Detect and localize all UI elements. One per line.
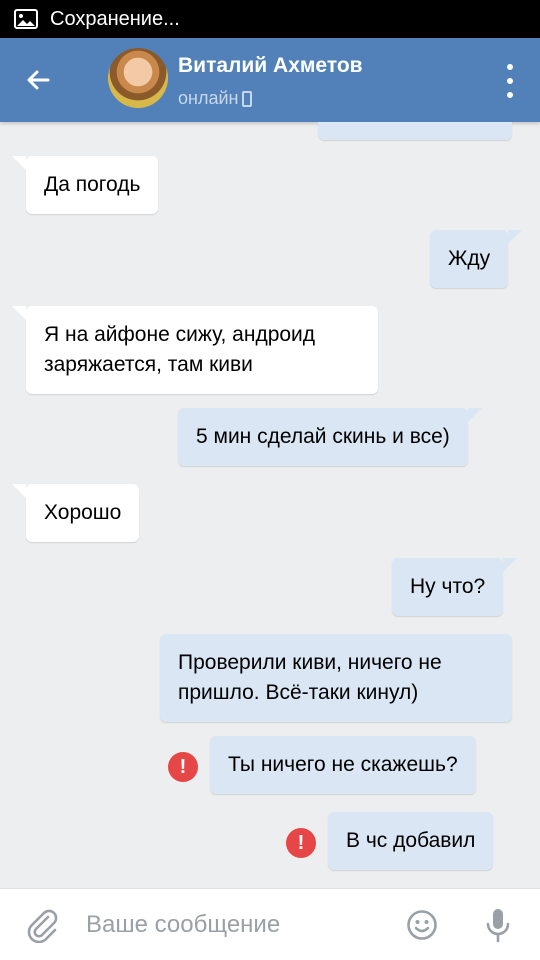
message-text: Проверили киви, ничего не пришло. Всё-та…	[178, 651, 442, 704]
message-text: Ну что?	[410, 575, 486, 598]
message-text: Я на айфоне сижу, андроид заряжается, та…	[44, 323, 316, 376]
emoji-icon[interactable]	[406, 909, 438, 941]
mic-icon[interactable]	[484, 907, 512, 943]
message-text: В чс добавил	[346, 829, 476, 852]
contact-name[interactable]: Виталий Ахметов	[178, 54, 363, 78]
more-vert-icon	[507, 64, 513, 70]
chat-header: Виталий Ахметов онлайн	[0, 38, 540, 122]
message-bubble-partial[interactable]	[318, 122, 512, 140]
status-bar: Сохранение...	[0, 0, 540, 38]
back-arrow-icon	[27, 70, 50, 90]
message-text: Да погодь	[44, 173, 141, 196]
message-bubble-failed[interactable]: В чс добавил	[328, 812, 494, 870]
message-bubble-failed[interactable]: Ты ничего не скажешь?	[210, 736, 476, 794]
message-bubble-incoming[interactable]: Хорошо	[11, 484, 140, 542]
back-button[interactable]	[16, 58, 60, 102]
contact-status: онлайн	[178, 88, 253, 109]
online-status-text: онлайн	[178, 88, 239, 108]
message-bubble-outgoing[interactable]: 5 мин сделай скинь и все)	[178, 408, 482, 466]
message-bubble-outgoing[interactable]: Ну что?	[392, 558, 518, 616]
message-bubble-outgoing[interactable]: Жду	[430, 230, 523, 288]
error-icon[interactable]: !	[286, 828, 316, 858]
error-icon[interactable]: !	[168, 752, 198, 782]
message-text: Жду	[448, 247, 491, 270]
message-text: Хорошо	[44, 501, 122, 524]
phone-icon	[242, 90, 253, 107]
image-icon	[14, 9, 38, 29]
avatar[interactable]	[108, 48, 168, 108]
message-bubble-incoming[interactable]: Я на айфоне сижу, андроид заряжается, та…	[12, 306, 378, 394]
message-bubble-incoming[interactable]: Да погодь	[11, 156, 159, 214]
more-menu-button[interactable]	[498, 64, 522, 98]
attach-icon[interactable]	[24, 907, 60, 943]
message-input-bar	[0, 888, 540, 960]
message-bubble-outgoing[interactable]: Проверили киви, ничего не пришло. Всё-та…	[160, 634, 512, 722]
message-text: 5 мин сделай скинь и все)	[196, 425, 450, 448]
message-text: Ты ничего не скажешь?	[228, 753, 458, 776]
message-list[interactable]: Да погодь Жду Я на айфоне сижу, андроид …	[0, 122, 540, 888]
message-input[interactable]	[86, 905, 386, 945]
status-text: Сохранение...	[50, 7, 180, 30]
